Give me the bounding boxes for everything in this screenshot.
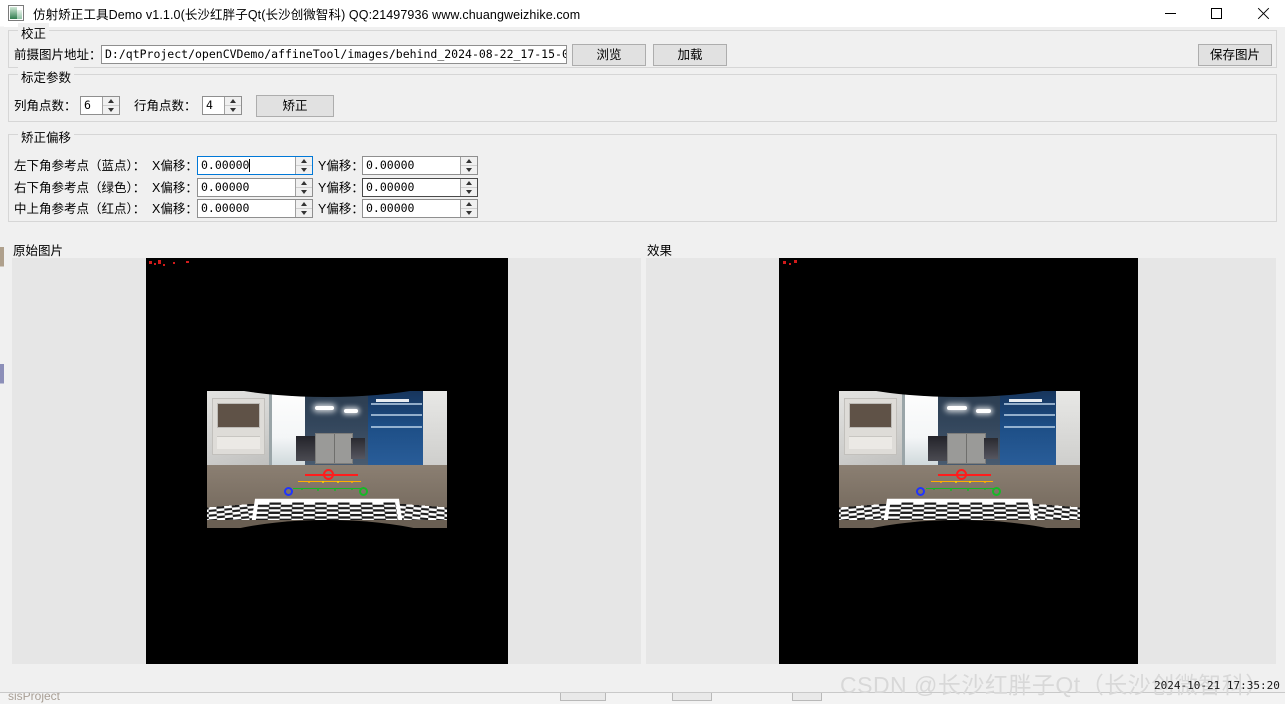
- chevron-up-icon: [466, 181, 472, 185]
- corner-artifact-marks-effect: [781, 260, 841, 272]
- chevron-down-icon: [230, 108, 236, 112]
- row-stepper-arrows[interactable]: [224, 97, 241, 114]
- reference-marker-blue: [284, 487, 293, 496]
- correct-button[interactable]: 矫正: [256, 95, 334, 117]
- chevron-down-icon: [108, 108, 114, 112]
- x-offset-label-green: X偏移：: [152, 180, 198, 196]
- x-offset-blue-arrows[interactable]: [295, 157, 312, 174]
- y-offset-value-red: 0.00000: [363, 200, 460, 217]
- x-offset-value-red: 0.00000: [198, 200, 295, 217]
- offset-row-label-red: 中上角参考点（红点）：: [14, 201, 145, 217]
- correction-group-title: 校正: [18, 23, 49, 42]
- application-window: 仿射矫正工具Demo v1.1.0(长沙红胖子Qt(长沙创微智科) QQ:214…: [0, 0, 1285, 704]
- chevron-down-icon: [301, 168, 307, 172]
- y-offset-label-blue: Y偏移：: [318, 158, 364, 174]
- x-offset-red-arrows[interactable]: [295, 200, 312, 217]
- row-corner-count-label: 行角点数：: [134, 98, 197, 114]
- chevron-up-icon: [230, 99, 236, 103]
- row-corner-count-value: 4: [203, 97, 224, 114]
- close-icon: [1256, 7, 1269, 20]
- chevron-down-icon: [301, 190, 307, 194]
- maximize-icon: [1211, 8, 1222, 19]
- offset-row-label-green: 右下角参考点（绿色）：: [14, 180, 145, 196]
- maximize-button[interactable]: [1193, 0, 1239, 26]
- original-image-viewer[interactable]: [12, 258, 641, 664]
- original-image-canvas: [146, 258, 508, 664]
- y-offset-value-blue: 0.00000: [363, 157, 460, 174]
- chevron-up-icon: [301, 159, 307, 163]
- window-controls: [1147, 0, 1285, 26]
- y-offset-value-green: 0.00000: [363, 179, 460, 196]
- column-corner-count-label: 列角点数：: [14, 98, 77, 114]
- y-offset-stepper-red[interactable]: 0.00000: [362, 199, 478, 218]
- column-corner-count-stepper[interactable]: 6: [80, 96, 120, 115]
- offset-row-label-blue: 左下角参考点（蓝点）：: [14, 158, 145, 174]
- image-path-input[interactable]: D:/qtProject/openCVDemo/affineTool/image…: [101, 45, 567, 64]
- corner-artifact-marks: [148, 260, 208, 272]
- x-offset-stepper-red[interactable]: 0.00000: [197, 199, 313, 218]
- minimize-icon: [1165, 13, 1176, 14]
- green-connector-line: [293, 488, 365, 489]
- background-window-strip: sisProject: [0, 692, 1285, 704]
- x-offset-value-blue: 0.00000: [198, 157, 295, 174]
- y-offset-blue-arrows[interactable]: [460, 157, 477, 174]
- load-button[interactable]: 加载: [653, 44, 727, 66]
- chevron-up-icon: [466, 159, 472, 163]
- background-window-text: sisProject: [8, 692, 60, 703]
- left-edge-artifact: [0, 26, 4, 676]
- original-image-label: 原始图片: [13, 240, 63, 259]
- y-offset-label-green: Y偏移：: [318, 180, 364, 196]
- chevron-down-icon: [466, 190, 472, 194]
- x-offset-stepper-blue[interactable]: 0.00000: [197, 156, 313, 175]
- y-offset-green-arrows[interactable]: [460, 179, 477, 196]
- title-bar: 仿射矫正工具Demo v1.1.0(长沙红胖子Qt(长沙创微智科) QQ:214…: [0, 0, 1285, 27]
- y-offset-label-red: Y偏移：: [318, 201, 364, 217]
- y-offset-red-arrows[interactable]: [460, 200, 477, 217]
- save-image-button[interactable]: 保存图片: [1198, 44, 1272, 66]
- chevron-down-icon: [466, 168, 472, 172]
- green-connector-line-effect: [926, 488, 998, 489]
- status-bar: [0, 670, 1285, 693]
- chevron-down-icon: [301, 211, 307, 215]
- x-offset-label-red: X偏移：: [152, 201, 198, 217]
- minimize-button[interactable]: [1147, 0, 1193, 26]
- reference-marker-blue-effect: [916, 487, 925, 496]
- y-offset-stepper-blue[interactable]: 0.00000: [362, 156, 478, 175]
- calibration-group: 标定参数: [8, 74, 1277, 122]
- y-offset-stepper-green[interactable]: 0.00000: [362, 178, 478, 197]
- row-corner-count-stepper[interactable]: 4: [202, 96, 242, 115]
- close-button[interactable]: [1239, 0, 1285, 26]
- effect-image-canvas: [779, 258, 1138, 664]
- picture-icon: [8, 5, 24, 21]
- effect-photo: [839, 391, 1080, 528]
- window-title: 仿射矫正工具Demo v1.1.0(长沙红胖子Qt(长沙创微智科) QQ:214…: [33, 4, 580, 23]
- scene-content: [207, 391, 447, 528]
- x-offset-stepper-green[interactable]: 0.00000: [197, 178, 313, 197]
- effect-image-label: 效果: [647, 240, 672, 259]
- chevron-up-icon: [301, 202, 307, 206]
- scene-content-effect: [839, 391, 1080, 528]
- x-offset-label-blue: X偏移：: [152, 158, 198, 174]
- column-corner-count-value: 6: [81, 97, 102, 114]
- column-stepper-arrows[interactable]: [102, 97, 119, 114]
- x-offset-green-arrows[interactable]: [295, 179, 312, 196]
- chevron-up-icon: [466, 202, 472, 206]
- calibration-group-title: 标定参数: [18, 67, 74, 86]
- reference-marker-green-effect: [992, 487, 1001, 496]
- chevron-up-icon: [301, 181, 307, 185]
- chevron-up-icon: [108, 99, 114, 103]
- image-path-label: 前摄图片地址：: [14, 47, 102, 63]
- chevron-down-icon: [466, 211, 472, 215]
- reference-marker-red-effect: [956, 469, 967, 480]
- x-offset-value-green: 0.00000: [198, 179, 295, 196]
- capture-timestamp: 2024-10-21 17:35:20: [1154, 679, 1280, 692]
- effect-image-viewer[interactable]: [646, 258, 1276, 664]
- original-photo: [207, 391, 447, 528]
- browse-button[interactable]: 浏览: [572, 44, 646, 66]
- offset-group-title: 矫正偏移: [18, 127, 74, 146]
